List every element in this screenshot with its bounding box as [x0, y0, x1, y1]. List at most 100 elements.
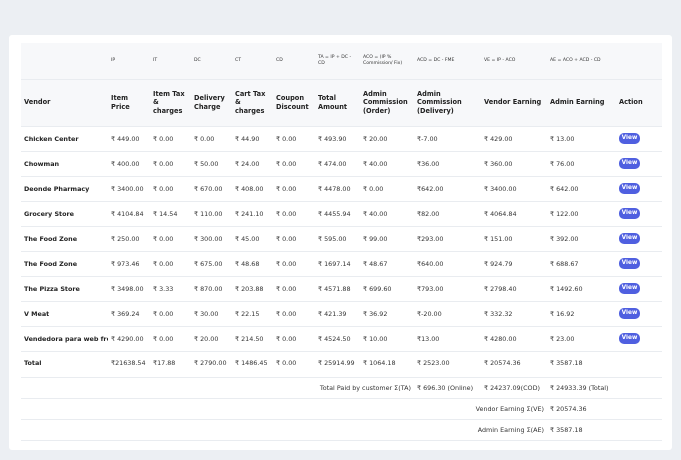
- vendor-summary-row: Vendor Earning Σ(VE) ₹ 20574.36: [21, 398, 662, 420]
- total-ta: ₹ 25914.99: [315, 351, 360, 378]
- view-button[interactable]: View: [619, 133, 640, 144]
- view-button[interactable]: View: [619, 233, 640, 244]
- paid-label: Total Paid by customer Σ(TA): [21, 377, 414, 399]
- cell-ct: ₹ 241.10: [232, 201, 273, 227]
- cell-action: View: [616, 151, 662, 177]
- view-button[interactable]: View: [619, 333, 640, 344]
- total-row: Total ₹21638.54 ₹17.88 ₹ 2790.00 ₹ 1486.…: [21, 351, 662, 378]
- cell-it: ₹ 3.33: [150, 276, 191, 302]
- total-acd: ₹ 2523.00: [414, 351, 481, 378]
- formula-ve: VE = IP - ACO: [481, 43, 547, 80]
- column-header-aco: Admin Commission (Order): [360, 79, 414, 127]
- cell-acd: ₹36.00: [414, 151, 481, 177]
- cell-ae: ₹ 122.00: [547, 201, 616, 227]
- cell-dc: ₹ 670.00: [191, 176, 232, 202]
- cell-ta: ₹ 1697.14: [315, 251, 360, 277]
- cell-ta: ₹ 474.00: [315, 151, 360, 177]
- cell-ta: ₹ 493.90: [315, 126, 360, 152]
- table-row: Vendedora para web front₹ 4290.00₹ 0.00₹…: [21, 326, 662, 352]
- view-button[interactable]: View: [619, 183, 640, 194]
- cell-ae: ₹ 13.00: [547, 126, 616, 152]
- total-ve: ₹ 20574.36: [481, 351, 547, 378]
- cell-ct: ₹ 22.15: [232, 301, 273, 327]
- cell-acd: ₹793.00: [414, 276, 481, 302]
- column-header-acd: Admin Commission (Delivery): [414, 79, 481, 127]
- cell-aco: ₹ 10.00: [360, 326, 414, 352]
- formula-cd: CD: [273, 43, 315, 80]
- total-it: ₹17.88: [150, 351, 191, 378]
- cell-ta: ₹ 4455.94: [315, 201, 360, 227]
- cell-cd: ₹ 0.00: [273, 176, 315, 202]
- cell-acd: ₹-20.00: [414, 301, 481, 327]
- view-button[interactable]: View: [619, 208, 640, 219]
- cell-ve: ₹ 2798.40: [481, 276, 547, 302]
- view-button[interactable]: View: [619, 283, 640, 294]
- cell-action: View: [616, 301, 662, 327]
- view-button[interactable]: View: [619, 258, 640, 269]
- earnings-card: IP IT DC CT CD TA = IP + DC - CD ACO = (IP % C…: [9, 35, 672, 450]
- cell-ve: ₹ 429.00: [481, 126, 547, 152]
- cell-ve: ₹ 360.00: [481, 151, 547, 177]
- cell-cd: ₹ 0.00: [273, 251, 315, 277]
- cell-it: ₹ 0.00: [150, 226, 191, 252]
- view-button[interactable]: View: [619, 308, 640, 319]
- cell-action: View: [616, 176, 662, 202]
- formula-ip: IP: [108, 43, 150, 80]
- table-row: V Meat ₹ 369.24 ₹ 0.00 ₹ 30.00 ₹ 22.15 ₹ 0.00…: [21, 301, 662, 327]
- formula-acd: ACD = DC - FME: [414, 43, 481, 80]
- cell-action: View: [616, 126, 662, 152]
- cell-ct: ₹ 48.68: [232, 251, 273, 277]
- cell-ae: ₹ 1492.60: [547, 276, 616, 302]
- cell-ct: ₹ 44.90: [232, 126, 273, 152]
- view-button[interactable]: View: [619, 158, 640, 169]
- earnings-table: IP IT DC CT CD TA = IP + DC - CD ACO = (IP % C…: [21, 43, 662, 441]
- cell-ta: ₹ 421.39: [315, 301, 360, 327]
- cell-ip: ₹ 369.24: [108, 301, 150, 327]
- cell-aco: ₹ 699.60: [360, 276, 414, 302]
- admin-earning-value: ₹ 3587.18: [547, 419, 662, 441]
- paid-total: ₹ 24933.39 (Total): [547, 377, 662, 399]
- cell-vendor: Grocery Store: [21, 201, 108, 227]
- cell-ta: ₹ 4524.50: [315, 326, 360, 352]
- column-header-dc: Delivery Charge: [191, 79, 232, 127]
- column-header-ip: Item Price: [108, 79, 150, 127]
- table-body: Chicken Center ₹ 449.00 ₹ 0.00 ₹ 0.00 ₹ 44.9…: [21, 126, 662, 352]
- total-action-empty: [616, 351, 662, 378]
- cell-aco: ₹ 40.00: [360, 201, 414, 227]
- admin-summary-row: Admin Earning Σ(AE) ₹ 3587.18: [21, 419, 662, 441]
- cell-action: View: [616, 201, 662, 227]
- total-aco: ₹ 1064.18: [360, 351, 414, 378]
- cell-ve: ₹ 332.32: [481, 301, 547, 327]
- cell-aco: ₹ 36.92: [360, 301, 414, 327]
- column-header-ta: Total Amount: [315, 79, 360, 127]
- formula-row: IP IT DC CT CD TA = IP + DC - CD ACO = (IP % C…: [21, 43, 662, 80]
- cell-cd: ₹ 0.00: [273, 151, 315, 177]
- cell-ve: ₹ 151.00: [481, 226, 547, 252]
- cell-cd: ₹ 0.00: [273, 276, 315, 302]
- table-summary: Total ₹21638.54 ₹17.88 ₹ 2790.00 ₹ 1486.…: [21, 351, 662, 441]
- total-ae: ₹ 3587.18: [547, 351, 616, 378]
- cell-ct: ₹ 45.00: [232, 226, 273, 252]
- cell-ve: ₹ 924.79: [481, 251, 547, 277]
- cell-action: View: [616, 276, 662, 302]
- cell-ip: ₹ 250.00: [108, 226, 150, 252]
- cell-dc: ₹ 50.00: [191, 151, 232, 177]
- cell-ip: ₹ 4104.84: [108, 201, 150, 227]
- cell-vendor: V Meat: [21, 301, 108, 327]
- cell-ve: ₹ 4064.84: [481, 201, 547, 227]
- formula-ct: CT: [232, 43, 273, 80]
- formula-vendor: [21, 43, 108, 80]
- column-header-vendor: Vendor: [21, 79, 108, 127]
- cell-ae: ₹ 16.92: [547, 301, 616, 327]
- cell-it: ₹ 0.00: [150, 126, 191, 152]
- cell-vendor: Chicken Center: [21, 126, 108, 152]
- paid-cod: ₹ 24237.09(COD): [481, 377, 547, 399]
- cell-ta: ₹ 595.00: [315, 226, 360, 252]
- cell-acd: ₹640.00: [414, 251, 481, 277]
- cell-it: ₹ 0.00: [150, 151, 191, 177]
- formula-ta: TA = IP + DC - CD: [315, 43, 360, 80]
- label-row: Vendor Item Price Item Tax & charges Delive…: [21, 79, 662, 127]
- formula-aco: ACO = (IP % Commission/ Fix): [360, 43, 414, 80]
- cell-cd: ₹ 0.00: [273, 301, 315, 327]
- cell-ip: ₹ 3498.00: [108, 276, 150, 302]
